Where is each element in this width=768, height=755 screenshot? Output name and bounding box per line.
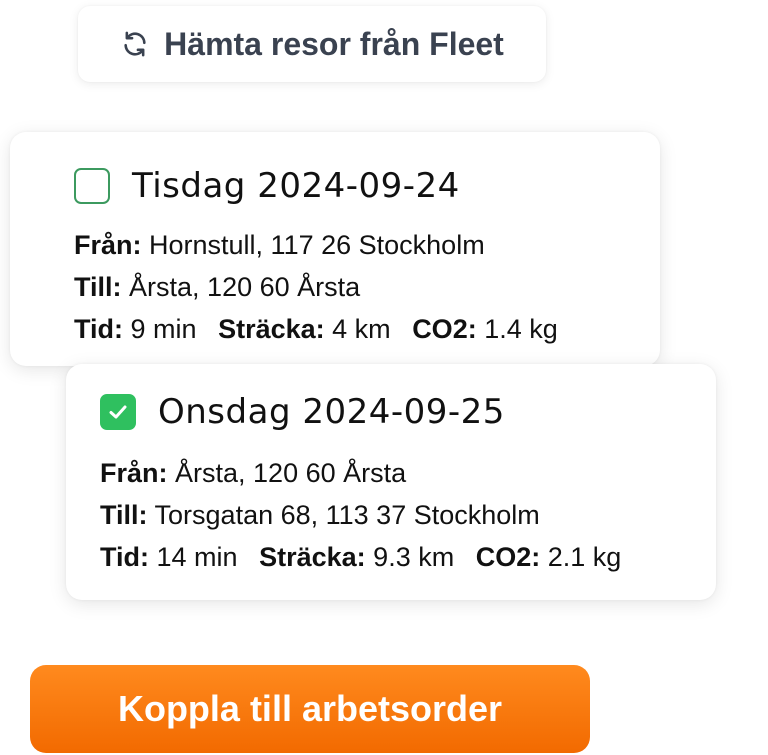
link-to-work-order-button[interactable]: Koppla till arbetsorder [30,665,590,753]
to-label: Till: [74,272,122,302]
co2-label: CO2: [475,542,541,572]
time-label: Tid: [100,542,149,572]
time-value: 14 min [156,542,238,572]
trip-details: Från: Hornstull, 117 26 Stockholm Till: … [74,224,558,350]
trip-stats-line: Tid: 14 min Sträcka: 9.3 km CO2: 2.1 kg [100,536,621,578]
trip-card[interactable]: Tisdag 2024-09-24 Från: Hornstull, 117 2… [10,132,660,366]
check-icon [109,405,127,419]
co2-label: CO2: [412,314,477,344]
co2-value: 2.1 kg [547,542,622,572]
trip-date: Tisdag 2024-09-24 [132,166,460,206]
trip-date: Onsdag 2024-09-25 [158,392,505,432]
trip-card[interactable]: Onsdag 2024-09-25 Från: Årsta, 120 60 År… [66,364,716,600]
trip-from-line: Från: Hornstull, 117 26 Stockholm [74,224,558,266]
from-value: Årsta, 120 60 Årsta [175,458,407,488]
to-label: Till: [100,500,148,530]
trip-from-line: Från: Årsta, 120 60 Årsta [100,452,621,494]
trip-card-header: Tisdag 2024-09-24 [74,166,460,206]
fetch-trips-label: Hämta resor från Fleet [164,25,504,62]
distance-value: 9.3 km [373,542,455,572]
time-value: 9 min [130,314,197,344]
refresh-icon [120,29,150,59]
to-value: Torsgatan 68, 113 37 Stockholm [154,500,540,530]
from-label: Från: [100,458,168,488]
distance-value: 4 km [332,314,391,344]
trip-checkbox[interactable] [74,168,110,204]
to-value: Årsta, 120 60 Årsta [129,272,361,302]
time-label: Tid: [74,314,123,344]
trip-checkbox[interactable] [100,394,136,430]
distance-label: Sträcka: [218,314,325,344]
trip-details: Från: Årsta, 120 60 Årsta Till: Torsgata… [100,452,621,578]
fetch-trips-button[interactable]: Hämta resor från Fleet [78,6,546,82]
trip-card-header: Onsdag 2024-09-25 [100,392,505,432]
trip-stats-line: Tid: 9 min Sträcka: 4 km CO2: 1.4 kg [74,308,558,350]
from-value: Hornstull, 117 26 Stockholm [149,230,485,260]
distance-label: Sträcka: [259,542,366,572]
trip-to-line: Till: Torsgatan 68, 113 37 Stockholm [100,494,621,536]
co2-value: 1.4 kg [484,314,558,344]
from-label: Från: [74,230,142,260]
trip-to-line: Till: Årsta, 120 60 Årsta [74,266,558,308]
